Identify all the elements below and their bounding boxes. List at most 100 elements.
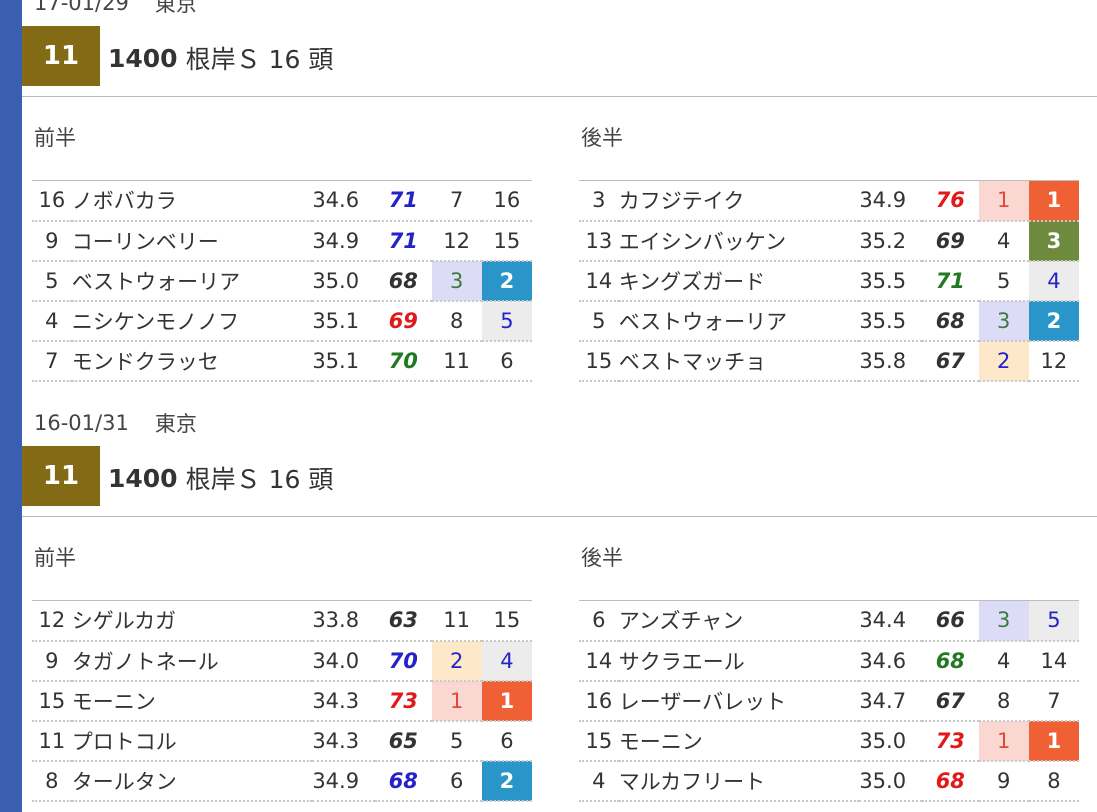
horse-name: ノボバカラ bbox=[71, 180, 313, 222]
finish-rank: 15 bbox=[481, 220, 532, 262]
horse-name: ベストウォーリア bbox=[71, 260, 313, 302]
horse-number: 4 bbox=[32, 300, 72, 342]
horse-number: 12 bbox=[32, 600, 72, 642]
half-rank: 2 bbox=[431, 640, 482, 682]
finish-rank: 15 bbox=[481, 600, 532, 642]
speed-index: 71 bbox=[922, 260, 979, 302]
half-rank: 8 bbox=[978, 680, 1029, 722]
speed-index: 63 bbox=[375, 600, 432, 642]
half-rank: 1 bbox=[978, 720, 1029, 762]
horse-number: 4 bbox=[579, 760, 619, 802]
divider bbox=[22, 96, 1097, 97]
half-rank: 3 bbox=[978, 300, 1029, 342]
finish-rank: 14 bbox=[1028, 640, 1079, 682]
finish-rank: 5 bbox=[481, 300, 532, 342]
half-rank: 1 bbox=[431, 680, 482, 722]
race-distance: 1400 bbox=[108, 43, 178, 73]
speed-index: 68 bbox=[375, 260, 432, 302]
speed-index: 70 bbox=[375, 340, 432, 382]
half-rank: 3 bbox=[431, 260, 482, 302]
speed-index: 73 bbox=[922, 720, 979, 762]
half-rank: 11 bbox=[431, 600, 482, 642]
finish-rank: 6 bbox=[481, 720, 532, 762]
split-time: 34.9 bbox=[859, 180, 923, 222]
horse-row: 8 タールタン 34.9 68 6 2 bbox=[32, 760, 532, 802]
finish-rank: 5 bbox=[1028, 600, 1079, 642]
race-date: 17-01/29 bbox=[34, 0, 129, 15]
half-rank: 2 bbox=[978, 340, 1029, 382]
speed-index: 71 bbox=[375, 180, 432, 222]
race-date-venue: 17-01/29 東京 bbox=[34, 0, 197, 18]
horse-number: 16 bbox=[579, 680, 619, 722]
horse-number: 9 bbox=[32, 640, 72, 682]
horse-name: シゲルカガ bbox=[71, 600, 313, 642]
split-time: 35.8 bbox=[859, 340, 923, 382]
race-number-badge: 11 bbox=[22, 26, 100, 86]
horse-row: 9 タガノトネール 34.0 70 2 4 bbox=[32, 640, 532, 682]
horse-number: 15 bbox=[579, 340, 619, 382]
split-time: 35.0 bbox=[859, 720, 923, 762]
horse-name: モーニン bbox=[71, 680, 313, 722]
horse-row: 5 ベストウォーリア 35.0 68 3 2 bbox=[32, 260, 532, 302]
horse-name: マルカフリート bbox=[618, 760, 860, 802]
finish-rank: 6 bbox=[481, 340, 532, 382]
split-time: 33.8 bbox=[312, 600, 376, 642]
horse-row: 12 シゲルカガ 33.8 63 11 15 bbox=[32, 600, 532, 642]
split-time: 34.6 bbox=[312, 180, 376, 222]
horse-name: エイシンバッケン bbox=[618, 220, 860, 262]
horse-row: 15 ベストマッチョ 35.8 67 2 12 bbox=[579, 340, 1079, 382]
finish-rank: 4 bbox=[481, 640, 532, 682]
horse-row: 13 エイシンバッケン 35.2 69 4 3 bbox=[579, 220, 1079, 262]
race-heads: 16 頭 bbox=[268, 465, 334, 494]
horse-number: 14 bbox=[579, 640, 619, 682]
half-rank: 12 bbox=[431, 220, 482, 262]
horse-number: 15 bbox=[32, 680, 72, 722]
split-time: 34.4 bbox=[859, 600, 923, 642]
horse-name: キングズガード bbox=[618, 260, 860, 302]
half-rank: 5 bbox=[978, 260, 1029, 302]
horse-row: 3 カフジテイク 34.9 76 1 1 bbox=[579, 180, 1079, 222]
half-rank: 9 bbox=[978, 760, 1029, 802]
half-rank: 5 bbox=[431, 720, 482, 762]
split-time: 34.9 bbox=[312, 760, 376, 802]
speed-index: 68 bbox=[922, 640, 979, 682]
split-time: 35.5 bbox=[859, 260, 923, 302]
horse-row: 11 プロトコル 34.3 65 5 6 bbox=[32, 720, 532, 762]
speed-index: 65 bbox=[375, 720, 432, 762]
left-accent-bar bbox=[0, 0, 22, 812]
second-half-table: 6 アンズチャン 34.4 66 3 5 14 サクラエール 34.6 68 4 14 16 レーザーバレ… bbox=[579, 600, 1079, 802]
horse-name: ニシケンモノノフ bbox=[71, 300, 313, 342]
finish-rank: 1 bbox=[1028, 720, 1079, 762]
horse-row: 15 モーニン 35.0 73 1 1 bbox=[579, 720, 1079, 762]
split-time: 34.9 bbox=[312, 220, 376, 262]
split-time: 35.0 bbox=[859, 760, 923, 802]
second-half-title: 後半 bbox=[581, 126, 623, 150]
finish-rank: 8 bbox=[1028, 760, 1079, 802]
horse-name: タールタン bbox=[71, 760, 313, 802]
half-rank: 7 bbox=[431, 180, 482, 222]
half-rank: 3 bbox=[978, 600, 1029, 642]
split-time: 34.7 bbox=[859, 680, 923, 722]
finish-rank: 2 bbox=[481, 260, 532, 302]
horse-name: タガノトネール bbox=[71, 640, 313, 682]
horse-name: カフジテイク bbox=[618, 180, 860, 222]
split-time: 34.0 bbox=[312, 640, 376, 682]
finish-rank: 16 bbox=[481, 180, 532, 222]
horse-number: 11 bbox=[32, 720, 72, 762]
first-half-table: 16 ノボバカラ 34.6 71 7 16 9 コーリンベリー 34.9 71 12 15 5 ベストウォ… bbox=[32, 180, 532, 382]
horse-row: 4 マルカフリート 35.0 68 9 8 bbox=[579, 760, 1079, 802]
horse-number: 3 bbox=[579, 180, 619, 222]
first-half-table: 12 シゲルカガ 33.8 63 11 15 9 タガノトネール 34.0 70 2 4 15 モーニン 3… bbox=[32, 600, 532, 802]
race-number-badge: 11 bbox=[22, 446, 100, 506]
race-date: 16-01/31 bbox=[34, 411, 129, 435]
second-half-title: 後半 bbox=[581, 546, 623, 570]
horse-name: ベストマッチョ bbox=[618, 340, 860, 382]
finish-rank: 3 bbox=[1028, 220, 1079, 262]
split-time: 34.3 bbox=[312, 720, 376, 762]
race-date-venue: 16-01/31 東京 bbox=[34, 408, 197, 438]
page-content: 17-01/29 東京 11 1400 根岸Ｓ 16 頭 前半 16 ノボバカラ 3… bbox=[22, 0, 1097, 812]
finish-rank: 1 bbox=[1028, 180, 1079, 222]
horse-number: 7 bbox=[32, 340, 72, 382]
horse-name: モーニン bbox=[618, 720, 860, 762]
race-heads: 16 頭 bbox=[268, 45, 334, 74]
